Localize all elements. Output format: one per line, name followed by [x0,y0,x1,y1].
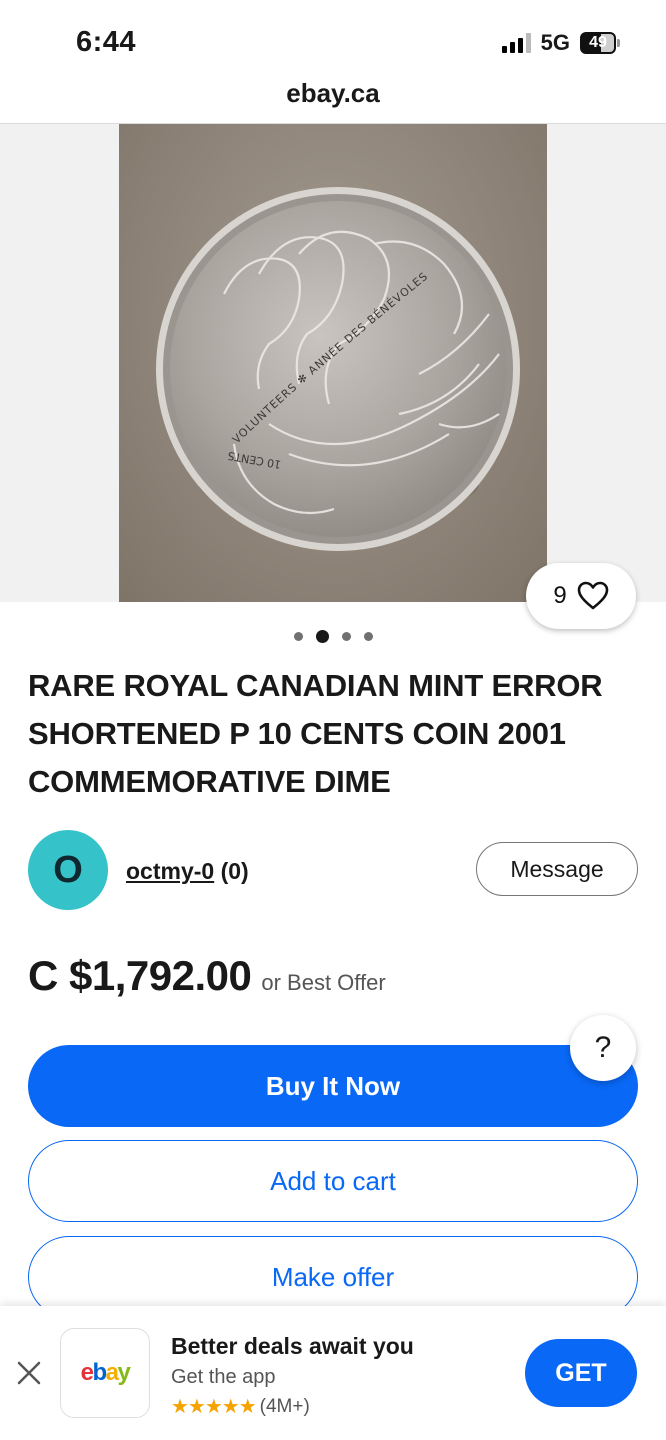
star-icons: ★★★★★ [171,1396,257,1418]
carousel-dot[interactable] [293,632,303,641]
status-indicators: 5G 49 [501,30,620,56]
carousel-dot[interactable] [341,632,351,641]
image-gallery[interactable]: VOLUNTEERS ✻ ANNÉE DES BÉNÉVOLES 10 CENT… [0,124,666,602]
battery-level: 49 [589,34,607,51]
watch-count: 9 [553,582,567,609]
seller-info: octmy-0 (0) [126,858,249,885]
url-bar[interactable]: ebay.ca [0,78,666,109]
signal-icon [501,33,531,53]
coin-image: VOLUNTEERS ✻ ANNÉE DES BÉNÉVOLES 10 CENT… [156,187,520,551]
ebay-logo: ebay [60,1328,150,1418]
carousel-dots[interactable] [0,630,666,643]
seller-name-link[interactable]: octmy-0 [126,858,214,884]
carousel-dot[interactable] [363,632,373,641]
app-install-banner: ebay Better deals await you Get the app … [0,1306,666,1440]
status-bar: 6:44 5G 49 [0,0,666,80]
close-icon[interactable] [14,1358,44,1388]
app-rating: ★★★★★ (4M+) [171,1394,310,1419]
best-offer-label: or Best Offer [261,970,386,995]
get-app-button[interactable]: GET [525,1339,637,1407]
add-to-cart-button[interactable]: Add to cart [28,1140,638,1222]
help-button[interactable]: ? [570,1015,636,1081]
item-price: C $1,792.00 [28,952,252,999]
buy-it-now-button[interactable]: Buy It Now [28,1045,638,1127]
heart-icon [577,581,608,610]
network-type: 5G [540,30,570,55]
carousel-dot-active[interactable] [315,630,329,643]
item-title: RARE ROYAL CANADIAN MINT ERROR SHORTENED… [28,668,603,799]
seller-row: O octmy-0 (0) Message [28,830,638,910]
battery-icon: 49 [580,32,620,54]
status-time: 6:44 [76,26,137,58]
watch-button[interactable]: 9 [526,563,636,629]
message-button[interactable]: Message [476,842,638,896]
avatar[interactable]: O [28,830,108,910]
price-row: C $1,792.00 or Best Offer [28,952,386,1000]
banner-subtitle: Get the app [171,1366,276,1388]
item-photo[interactable]: VOLUNTEERS ✻ ANNÉE DES BÉNÉVOLES 10 CENT… [119,124,547,602]
banner-title: Better deals await you [171,1333,414,1359]
seller-feedback: (0) [220,858,249,884]
rating-count: (4M+) [259,1395,310,1417]
